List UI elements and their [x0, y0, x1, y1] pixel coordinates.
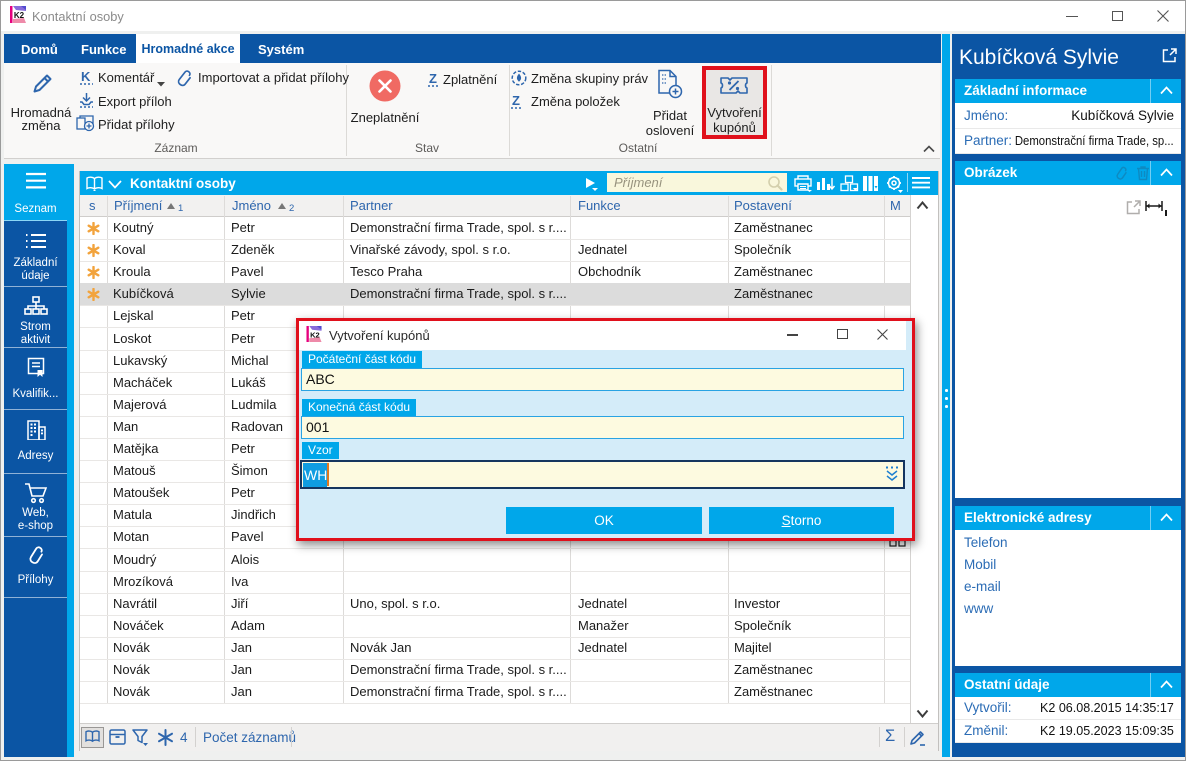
svg-text:Z: Z: [429, 71, 437, 86]
svg-text:K2: K2: [310, 330, 320, 339]
svg-text:Z: Z: [512, 93, 520, 108]
svg-text:K2: K2: [14, 11, 25, 20]
svg-text:K: K: [81, 69, 91, 84]
